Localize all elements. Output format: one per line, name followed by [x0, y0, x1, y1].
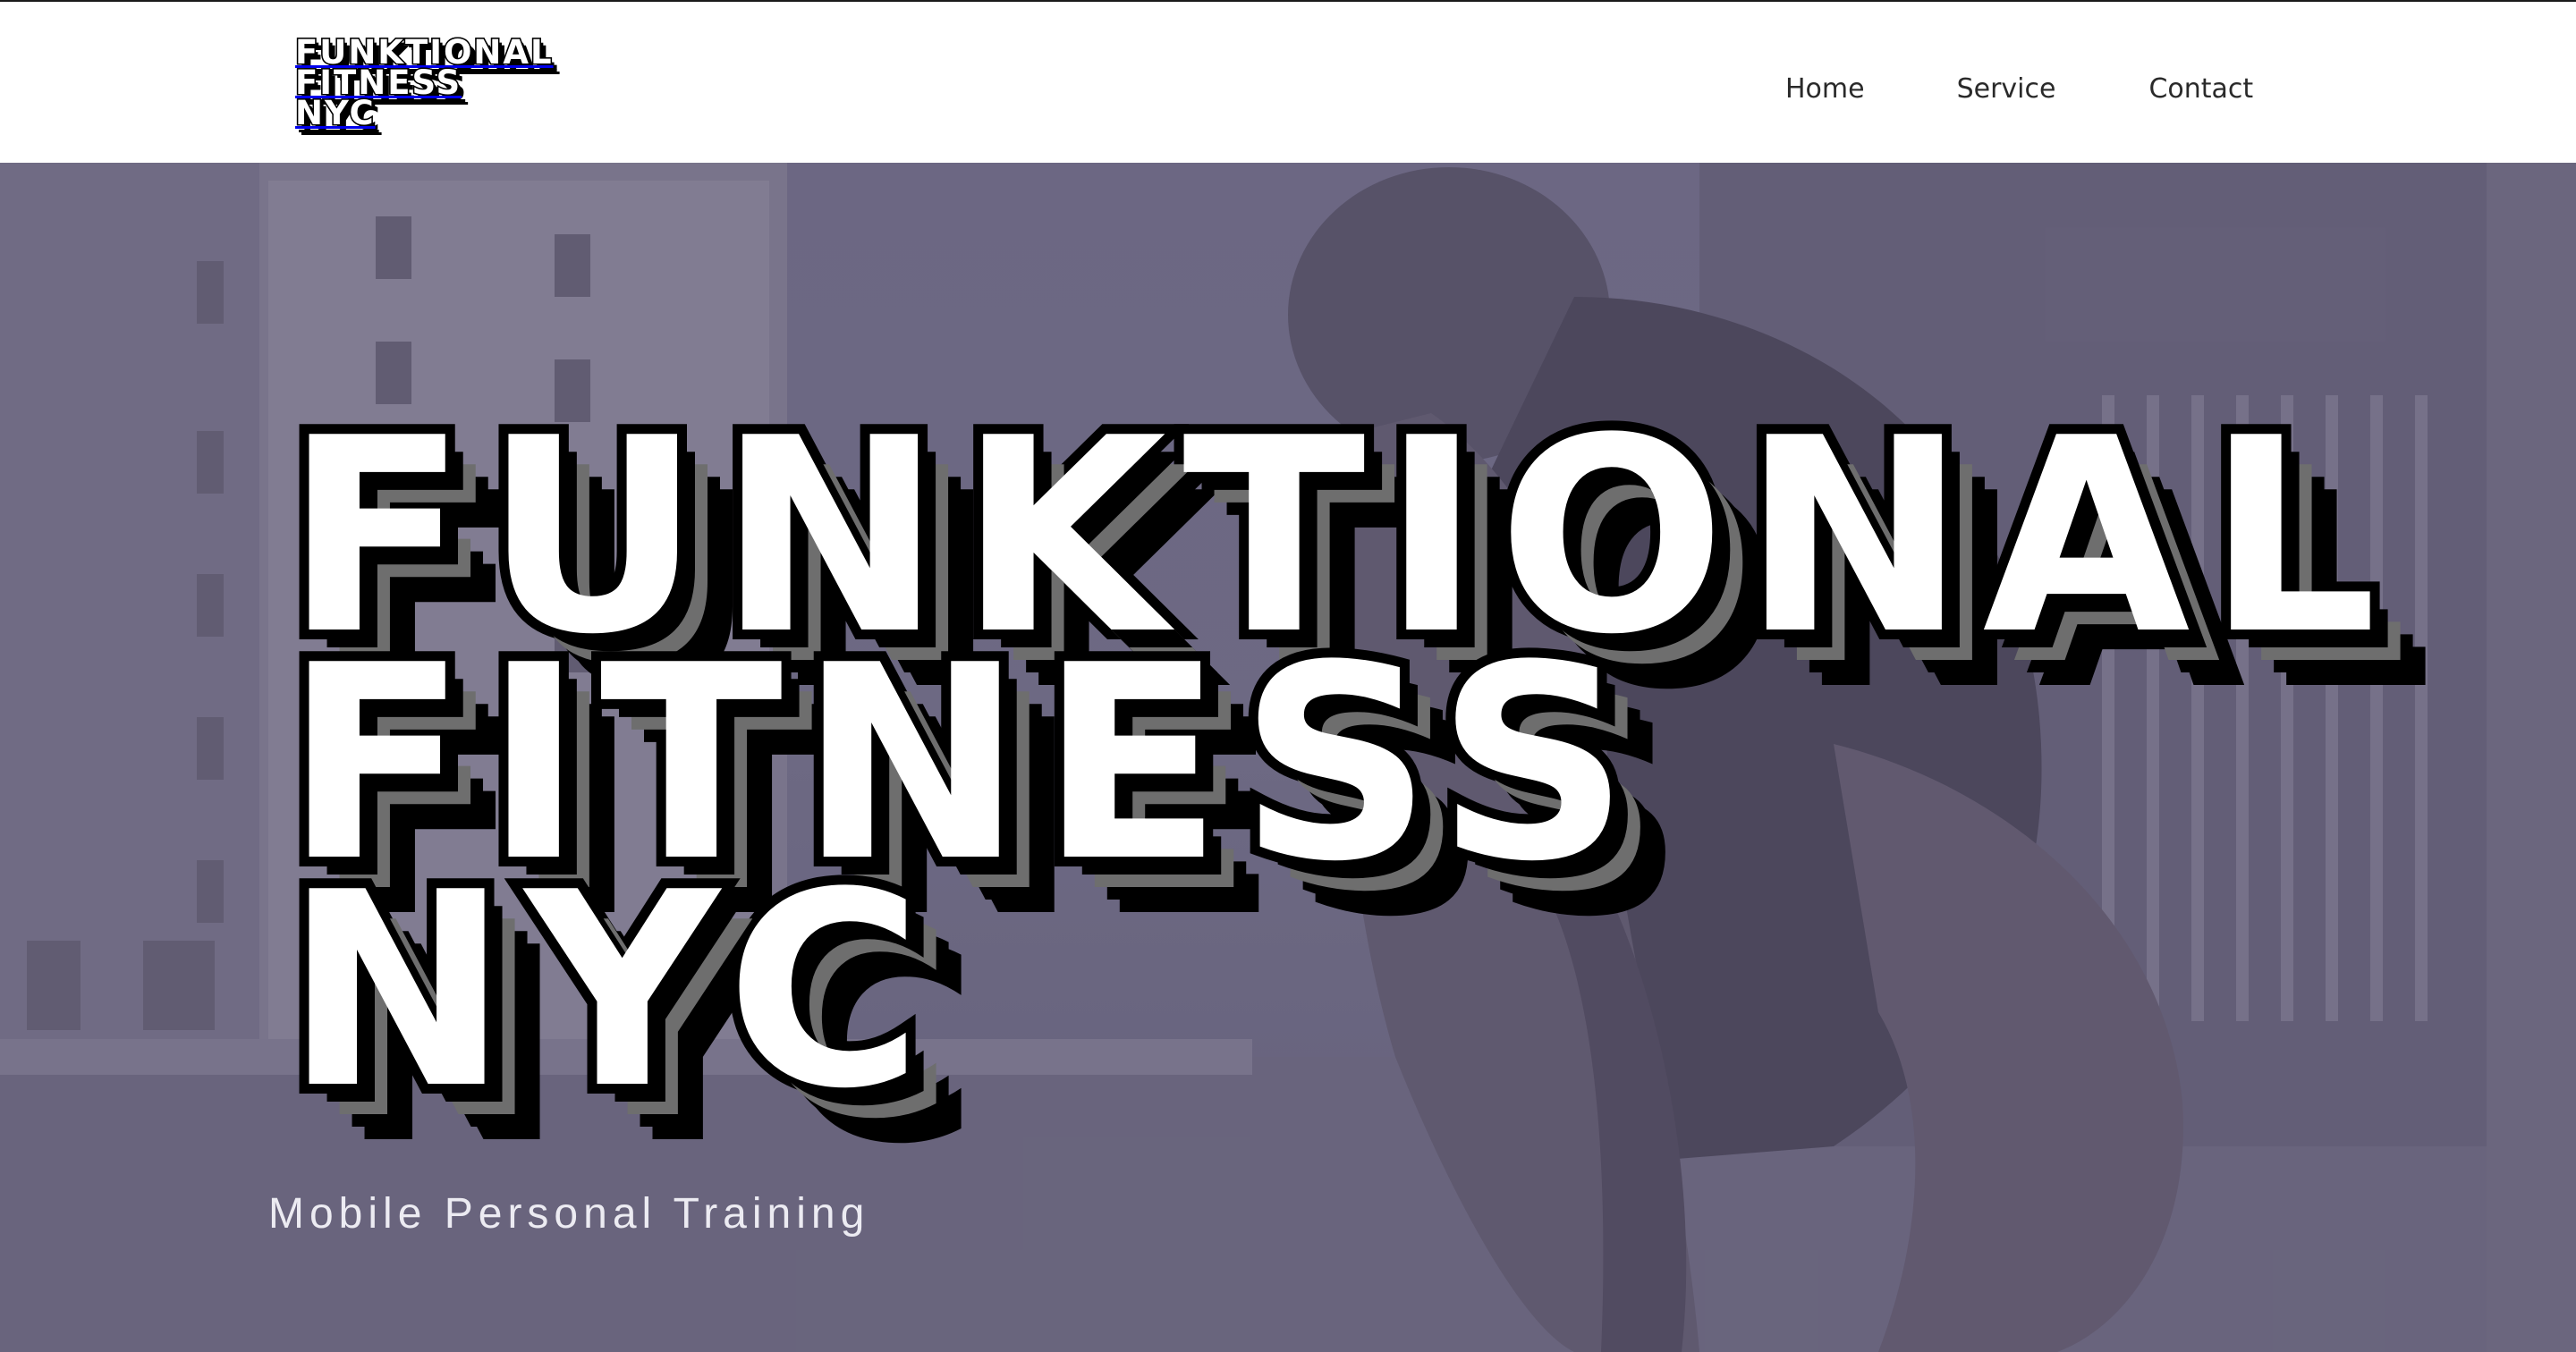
main-nav: Home Service Contact	[1785, 73, 2253, 106]
nav-link-contact[interactable]: Contact	[2148, 73, 2253, 106]
site-header: FUNKTIONAL FITNESS NYC Home Service Cont…	[0, 2, 2576, 163]
hero-title: FUNKTIONAL FITNESS NYC	[275, 393, 2394, 1136]
site-logo[interactable]: FUNKTIONAL FITNESS NYC	[294, 35, 564, 138]
nav-link-home[interactable]: Home	[1785, 73, 1865, 106]
nav-link-service[interactable]: Service	[1957, 73, 2056, 106]
hero-section: FUNKTIONAL FITNESS NYC Mobile Personal T…	[0, 163, 2576, 1352]
hero-subtitle: Mobile Personal Training	[268, 1190, 870, 1238]
logo-line-3: NYC	[294, 94, 376, 132]
